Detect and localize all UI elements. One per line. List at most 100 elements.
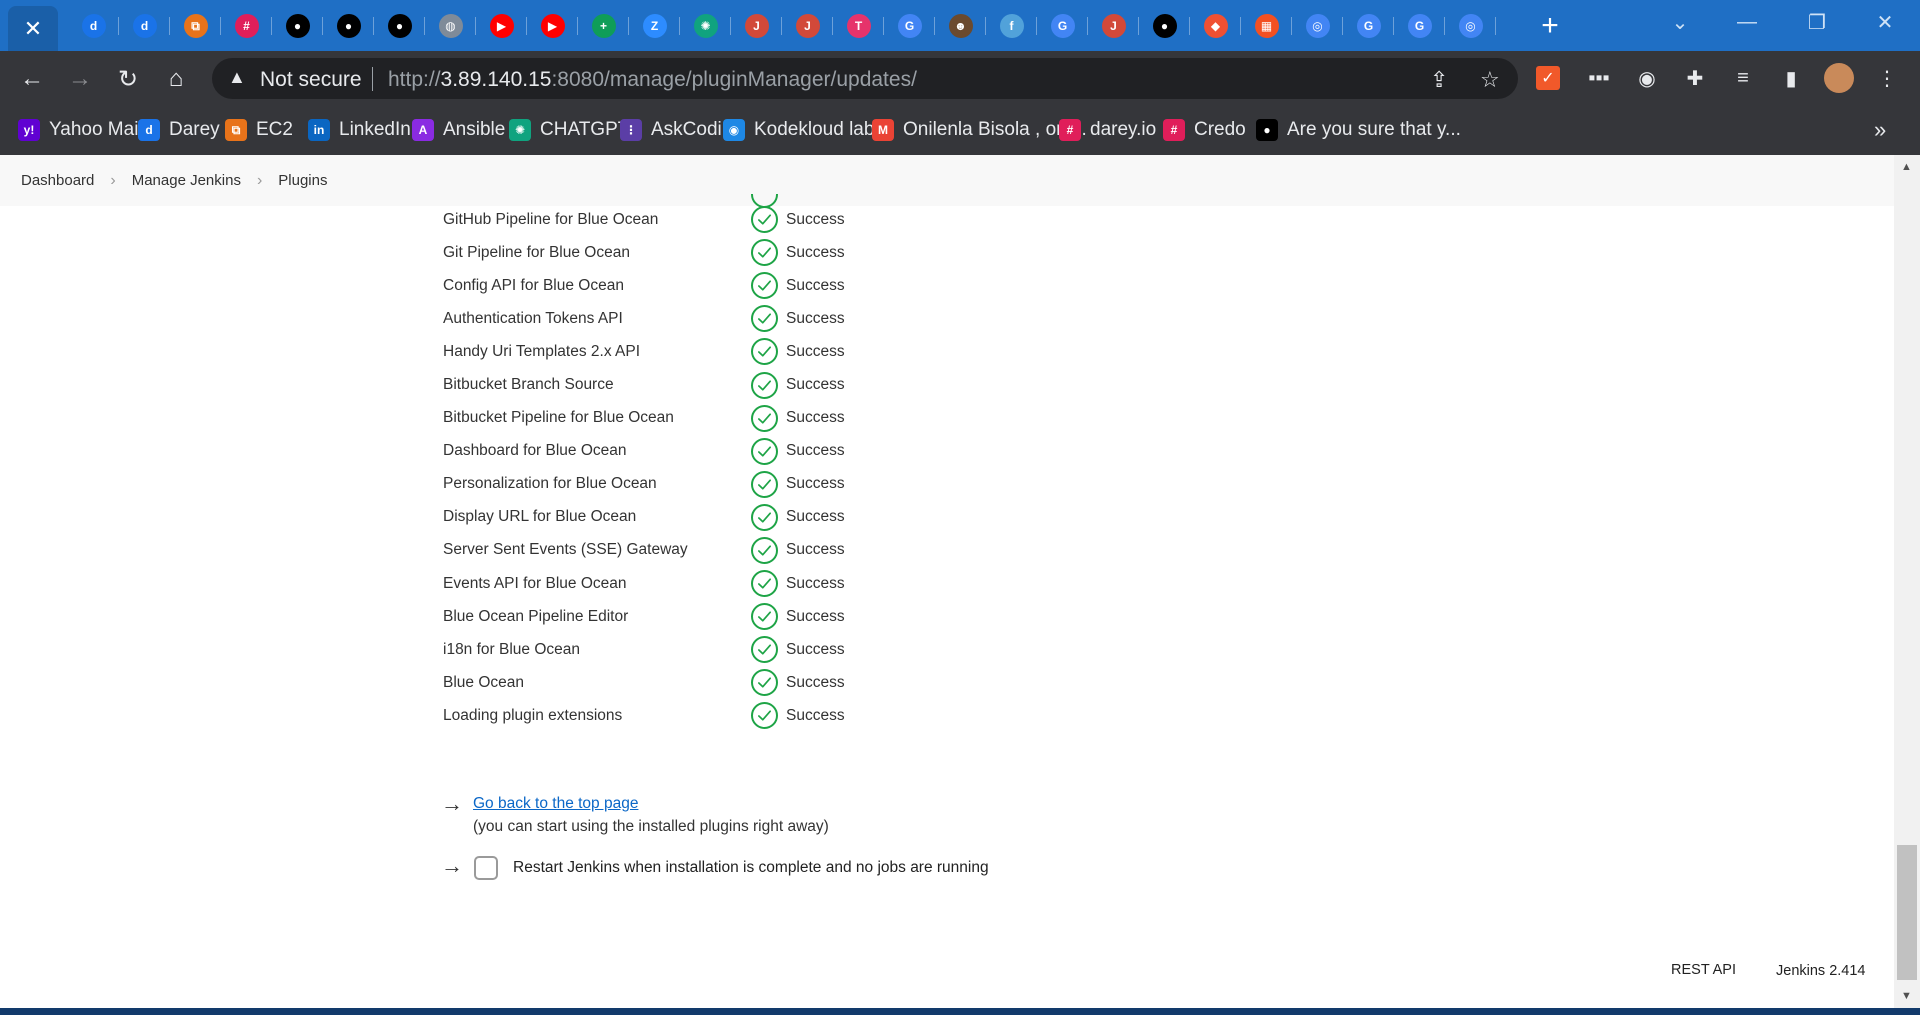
- success-check-icon: [751, 636, 778, 664]
- browser-tab[interactable]: ◎: [1292, 6, 1343, 46]
- browser-tab[interactable]: ▶: [527, 6, 578, 46]
- bookmark-item[interactable]: ✺ CHATGPT: [509, 117, 629, 143]
- plugin-name: Blue Ocean: [443, 673, 524, 691]
- bookmark-item[interactable]: # Credo: [1163, 117, 1246, 143]
- extension-dots-icon[interactable]: ▪▪▪: [1584, 63, 1614, 93]
- breadcrumb-dashboard[interactable]: Dashboard: [21, 172, 94, 189]
- close-icon[interactable]: ✕: [24, 17, 42, 40]
- tab-search-icon[interactable]: ⌄: [1645, 0, 1715, 45]
- restart-checkbox[interactable]: [474, 856, 498, 880]
- browser-tab[interactable]: J: [782, 6, 833, 46]
- browser-tab[interactable]: Z: [629, 6, 680, 46]
- success-check-icon: [751, 536, 778, 564]
- warning-icon[interactable]: ▲: [228, 67, 246, 88]
- more-bookmarks-icon[interactable]: »: [1874, 117, 1886, 143]
- jenkins-version[interactable]: Jenkins 2.414: [1776, 963, 1865, 979]
- checkmark-icon: [758, 644, 771, 655]
- restore-icon[interactable]: ❐: [1782, 0, 1852, 45]
- checkmark-icon: [758, 247, 771, 258]
- todoist-extension-icon[interactable]: ✓: [1536, 66, 1560, 90]
- browser-tab[interactable]: G: [1343, 6, 1394, 46]
- checkmark-icon: [758, 677, 771, 688]
- browser-tab[interactable]: +: [578, 6, 629, 46]
- minimize-icon[interactable]: —: [1712, 0, 1782, 45]
- browser-tab[interactable]: ◆: [1190, 6, 1241, 46]
- browser-tab[interactable]: J: [731, 6, 782, 46]
- breadcrumb: Dashboard › Manage Jenkins › Plugins: [0, 155, 1894, 206]
- bookmark-item[interactable]: y! Yahoo Mail: [18, 117, 143, 143]
- plugin-status: Success: [751, 603, 845, 631]
- browser-tab[interactable]: ●: [323, 6, 374, 46]
- bookmark-item[interactable]: # darey.io: [1059, 117, 1156, 143]
- reload-icon[interactable]: ↻: [110, 61, 146, 97]
- bookmark-item[interactable]: A Ansible: [412, 117, 505, 143]
- plugin-status: Success: [751, 536, 845, 564]
- menu-kebab-icon[interactable]: ⋮: [1872, 63, 1902, 93]
- extension-circle-icon[interactable]: ◉: [1632, 63, 1662, 93]
- browser-tab[interactable]: T: [833, 6, 884, 46]
- plugin-status: Success: [751, 206, 845, 234]
- bookmark-item[interactable]: ◉ Kodekloud labs: [723, 117, 884, 143]
- browser-tab[interactable]: d: [68, 6, 119, 46]
- extensions-puzzle-icon[interactable]: ✚: [1680, 63, 1710, 93]
- askcodi-icon: ⋮: [620, 119, 642, 141]
- taskbar-edge: [0, 1008, 1920, 1015]
- browser-tab[interactable]: #: [221, 6, 272, 46]
- browser-tab[interactable]: ◎: [1445, 6, 1496, 46]
- success-check-icon: [751, 404, 778, 432]
- browser-tab[interactable]: J: [1088, 6, 1139, 46]
- browser-tab[interactable]: ✺: [680, 6, 731, 46]
- checkmark-icon: [758, 214, 771, 225]
- browser-tab[interactable]: ▶: [476, 6, 527, 46]
- address-bar[interactable]: ▲ Not secure http://3.89.140.15:8080/man…: [212, 58, 1518, 99]
- restart-label[interactable]: Restart Jenkins when installation is com…: [513, 859, 989, 877]
- url-text[interactable]: http://3.89.140.15:8080/manage/pluginMan…: [388, 68, 917, 92]
- bookmark-label: Kodekloud labs: [754, 119, 884, 140]
- browser-tab[interactable]: ▦: [1241, 6, 1292, 46]
- browser-tab[interactable]: G: [1394, 6, 1445, 46]
- avatar[interactable]: [1824, 63, 1854, 93]
- browser-tab[interactable]: ●: [374, 6, 425, 46]
- rest-api-link[interactable]: REST API: [1671, 962, 1736, 978]
- bookmark-item[interactable]: in LinkedIn: [308, 117, 411, 143]
- browser-tab[interactable]: ◍: [425, 6, 476, 46]
- status-text: Success: [786, 342, 845, 360]
- browser-tab[interactable]: ●: [272, 6, 323, 46]
- breadcrumb-plugins[interactable]: Plugins: [278, 172, 327, 189]
- security-label[interactable]: Not secure: [260, 68, 362, 92]
- media-control-icon[interactable]: ≡: [1728, 63, 1758, 93]
- page-scrollbar[interactable]: ▲ ▼: [1894, 155, 1920, 1008]
- forward-icon[interactable]: →: [62, 61, 98, 97]
- bookmark-item[interactable]: ● Are you sure that y...: [1256, 117, 1461, 143]
- share-icon[interactable]: ⇪: [1430, 67, 1448, 93]
- scroll-down-icon[interactable]: ▼: [1901, 990, 1912, 1002]
- browser-tab[interactable]: d: [119, 6, 170, 46]
- bookmark-star-icon[interactable]: ☆: [1480, 67, 1500, 93]
- bookmark-item[interactable]: ⧉ EC2: [225, 117, 293, 143]
- browser-tab[interactable]: ●: [1139, 6, 1190, 46]
- jenkins-icon: J: [1101, 14, 1126, 38]
- home-icon[interactable]: ⌂: [158, 61, 194, 97]
- go-back-note: (you can start using the installed plugi…: [473, 818, 829, 835]
- browser-tab[interactable]: G: [1037, 6, 1088, 46]
- bookmarks-bar: » y! Yahoo Mail d Darey ⧉ EC2 in LinkedIn A Ansib…: [0, 105, 1920, 155]
- zoom-icon: Z: [642, 14, 667, 38]
- bookmark-item[interactable]: d Darey: [138, 117, 220, 143]
- browser-tab[interactable]: G: [884, 6, 935, 46]
- close-window-icon[interactable]: ✕: [1850, 0, 1920, 45]
- plugin-row: i18n for Blue Ocean Success: [443, 633, 963, 666]
- go-back-link[interactable]: Go back to the top page: [473, 795, 638, 813]
- scroll-up-icon[interactable]: ▲: [1901, 161, 1912, 173]
- browser-tab[interactable]: f: [986, 6, 1037, 46]
- ansible-icon: A: [412, 119, 434, 141]
- bookmark-item[interactable]: ⋮ AskCodi: [620, 117, 722, 143]
- new-tab-button[interactable]: +: [1532, 8, 1568, 44]
- active-tab[interactable]: ✕: [8, 6, 58, 51]
- scrollbar-thumb[interactable]: [1897, 845, 1917, 980]
- browser-tab[interactable]: ☻: [935, 6, 986, 46]
- back-icon[interactable]: ←: [14, 61, 50, 97]
- bookmark-item[interactable]: M Onilenla Bisola , onl...: [872, 117, 1087, 143]
- breadcrumb-manage-jenkins[interactable]: Manage Jenkins: [132, 172, 241, 189]
- browser-tab[interactable]: ⧉: [170, 6, 221, 46]
- side-panel-icon[interactable]: ▮: [1776, 63, 1806, 93]
